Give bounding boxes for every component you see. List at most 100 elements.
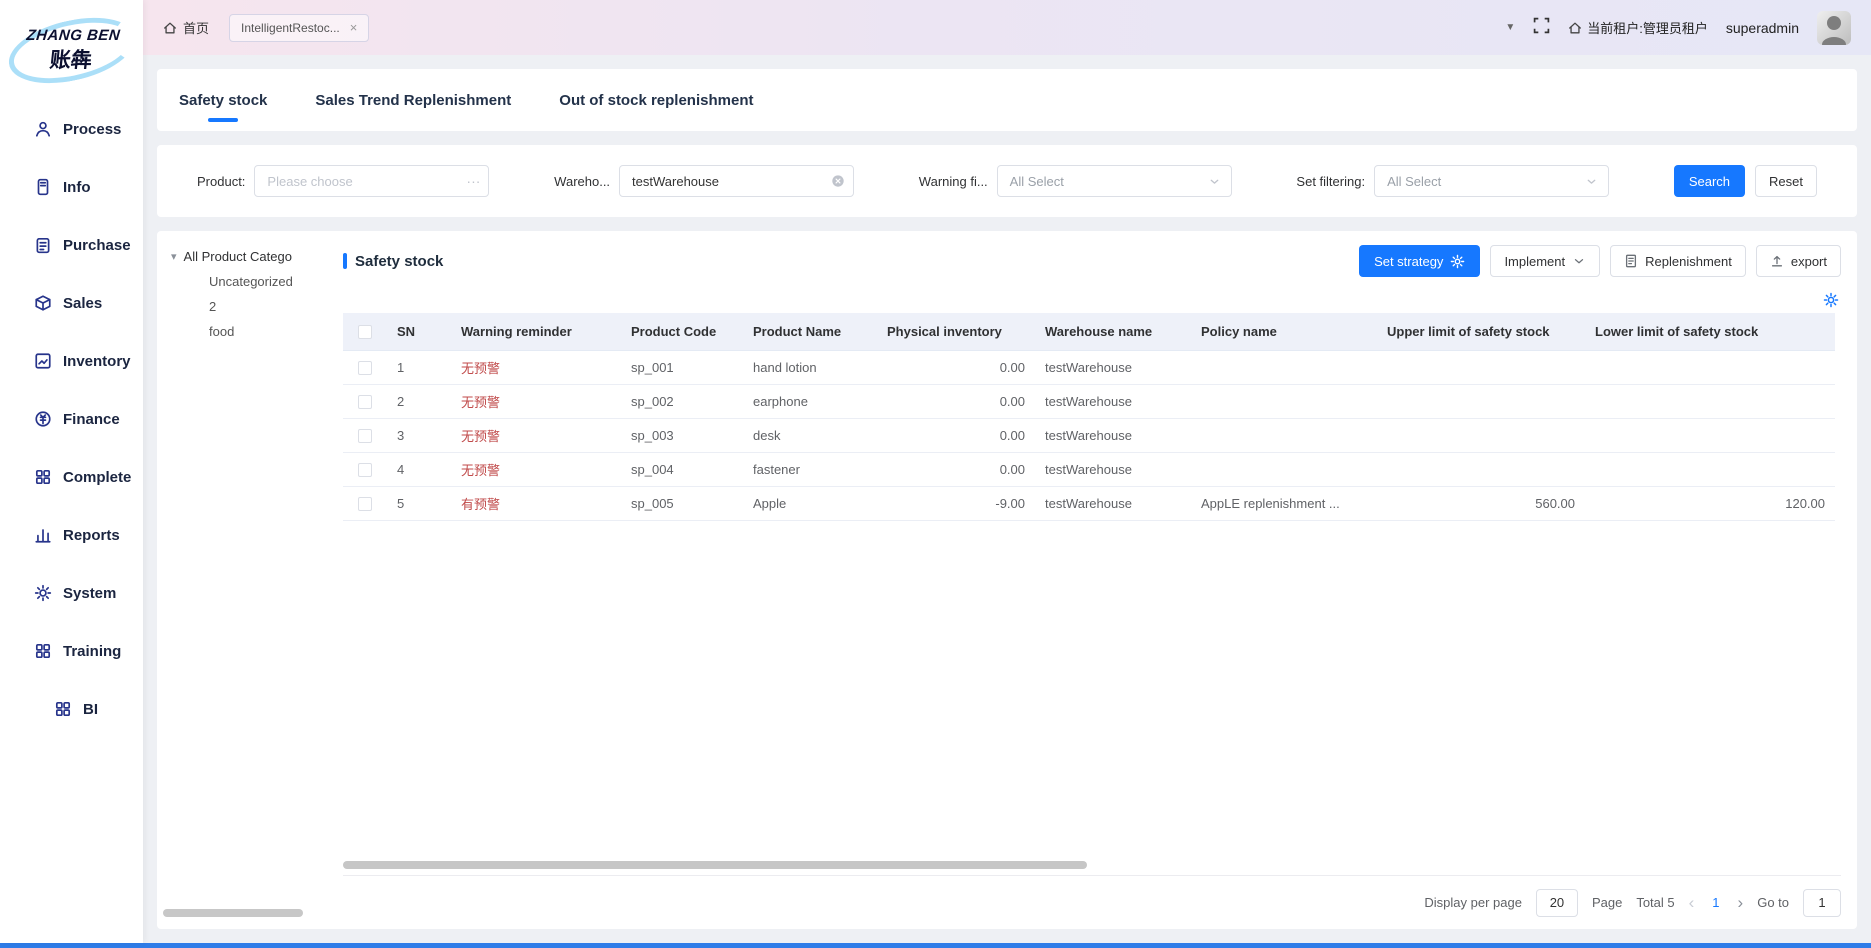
sidebar: ZHANG BEN 账犇 Process Info Purchase Sales [0, 0, 143, 943]
open-tab-label: IntelligentRestoc... [241, 21, 340, 35]
caret-down-icon[interactable]: ▾ [171, 250, 177, 263]
set-strategy-button[interactable]: Set strategy [1359, 245, 1480, 277]
cell-product-name: desk [743, 418, 877, 452]
column-header: Product Name [743, 313, 877, 350]
page-tabs: Safety stock Sales Trend Replenishment O… [157, 69, 1857, 131]
logo-text-en: ZHANG BEN [25, 27, 120, 44]
chart-line-icon [34, 352, 52, 370]
next-page-icon[interactable]: › [1738, 894, 1744, 911]
sidebar-item-label: Purchase [63, 237, 131, 254]
reset-button[interactable]: Reset [1755, 165, 1817, 197]
cell-product-code: sp_003 [621, 418, 743, 452]
sidebar-item-process[interactable]: Process [0, 100, 143, 158]
scrollbar-thumb[interactable] [343, 861, 1087, 869]
sidebar-item-label: Training [63, 643, 121, 660]
warehouse-input[interactable] [619, 165, 854, 197]
gear-icon [1450, 254, 1465, 269]
cell-lower-limit [1585, 384, 1835, 418]
column-settings-gear-icon[interactable] [1823, 292, 1839, 308]
per-page-label: Display per page [1424, 895, 1522, 910]
goto-label: Go to [1757, 895, 1789, 910]
prev-page-icon[interactable]: ‹ [1689, 894, 1695, 911]
table-row[interactable]: 1 无预警 sp_001 hand lotion 0.00 testWareho… [343, 350, 1835, 384]
tree-horizontal-scrollbar[interactable] [163, 909, 303, 917]
select-all-checkbox[interactable] [358, 325, 372, 339]
sidebar-item-finance[interactable]: Finance [0, 390, 143, 448]
implement-button[interactable]: Implement [1490, 245, 1600, 277]
sidebar-item-info[interactable]: Info [0, 158, 143, 216]
panel-header: Safety stock Set strategy Implement [343, 235, 1841, 287]
chevron-down-icon[interactable]: ▼ [1505, 22, 1515, 33]
close-icon[interactable]: × [350, 21, 358, 34]
avatar[interactable] [1817, 11, 1851, 45]
cell-warehouse: testWarehouse [1035, 486, 1191, 520]
fullscreen-icon[interactable] [1533, 17, 1550, 39]
open-tab-chip[interactable]: IntelligentRestoc... × [229, 14, 369, 42]
replenishment-button[interactable]: Replenishment [1610, 245, 1746, 277]
row-checkbox[interactable] [358, 497, 372, 511]
row-checkbox[interactable] [358, 361, 372, 375]
row-checkbox[interactable] [358, 463, 372, 477]
cell-warning: 无预警 [451, 452, 621, 486]
clear-circle-icon[interactable] [831, 174, 845, 188]
ellipsis-icon[interactable]: ··· [466, 173, 480, 189]
safety-stock-panel: Safety stock Set strategy Implement [327, 231, 1857, 929]
sidebar-item-training[interactable]: Training [0, 622, 143, 680]
cell-lower-limit [1585, 350, 1835, 384]
cell-sn: 5 [387, 486, 451, 520]
document-icon [1624, 254, 1638, 268]
sidebar-item-system[interactable]: System [0, 564, 143, 622]
sidebar-item-complete[interactable]: Complete [0, 448, 143, 506]
tab-out-of-stock-replenishment[interactable]: Out of stock replenishment [559, 69, 753, 131]
topbar: 首页 IntelligentRestoc... × ▼ 当前租户:管理员租户 s… [143, 0, 1871, 55]
user-icon [34, 120, 52, 138]
warning-filter: Warning fi... All Select [919, 165, 1232, 197]
cell-sn: 3 [387, 418, 451, 452]
product-input[interactable] [254, 165, 489, 197]
sidebar-item-inventory[interactable]: Inventory [0, 332, 143, 390]
cell-policy [1191, 350, 1377, 384]
warning-filter-label: Warning fi... [919, 174, 988, 189]
tab-sales-trend-replenishment[interactable]: Sales Trend Replenishment [315, 69, 511, 131]
goto-input[interactable] [1803, 889, 1841, 917]
tree-item-food[interactable]: food [171, 314, 327, 339]
warning-filter-select[interactable]: All Select [997, 165, 1232, 197]
table-row[interactable]: 3 无预警 sp_003 desk 0.00 testWarehouse [343, 418, 1835, 452]
breadcrumb-home[interactable]: 首页 [163, 18, 209, 37]
bottom-edge-bar [0, 943, 1871, 948]
per-page-input[interactable] [1536, 889, 1578, 917]
sidebar-item-label: Process [63, 121, 121, 138]
search-button[interactable]: Search [1674, 165, 1745, 197]
grid-icon [54, 700, 72, 718]
cell-product-code: sp_001 [621, 350, 743, 384]
cell-policy [1191, 418, 1377, 452]
set-filter-select[interactable]: All Select [1374, 165, 1609, 197]
tree-item-uncategorized[interactable]: Uncategorized [171, 264, 327, 289]
table-row[interactable]: 5 有预警 sp_005 Apple -9.00 testWarehouse A… [343, 486, 1835, 520]
table-row[interactable]: 4 无预警 sp_004 fastener 0.00 testWarehouse [343, 452, 1835, 486]
row-checkbox[interactable] [358, 429, 372, 443]
cell-upper-limit: 560.00 [1377, 486, 1585, 520]
set-filter-label: Set filtering: [1296, 174, 1365, 189]
pagination: Display per page Page Total 5 ‹ 1 › Go t… [343, 875, 1841, 929]
sidebar-item-sales[interactable]: Sales [0, 274, 143, 332]
category-tree: ▾ All Product Catego Uncategorized 2 foo… [157, 231, 327, 929]
chevron-down-icon [1208, 175, 1221, 188]
cell-sn: 1 [387, 350, 451, 384]
sidebar-item-reports[interactable]: Reports [0, 506, 143, 564]
tree-item-2[interactable]: 2 [171, 289, 327, 314]
panel-actions: Set strategy Implement Replenishment [1359, 245, 1841, 277]
set-filter: Set filtering: All Select [1296, 165, 1609, 197]
cell-policy [1191, 384, 1377, 418]
clipboard-icon [34, 236, 52, 254]
row-checkbox[interactable] [358, 395, 372, 409]
sidebar-item-label: Sales [63, 295, 102, 312]
export-button[interactable]: export [1756, 245, 1841, 277]
sidebar-item-purchase[interactable]: Purchase [0, 216, 143, 274]
current-page[interactable]: 1 [1708, 895, 1723, 910]
username[interactable]: superadmin [1726, 20, 1799, 36]
tab-safety-stock[interactable]: Safety stock [179, 69, 267, 131]
sidebar-item-bi[interactable]: BI [0, 680, 143, 738]
table-row[interactable]: 2 无预警 sp_002 earphone 0.00 testWarehouse [343, 384, 1835, 418]
tree-root-all-categories[interactable]: ▾ All Product Catego [171, 249, 327, 264]
